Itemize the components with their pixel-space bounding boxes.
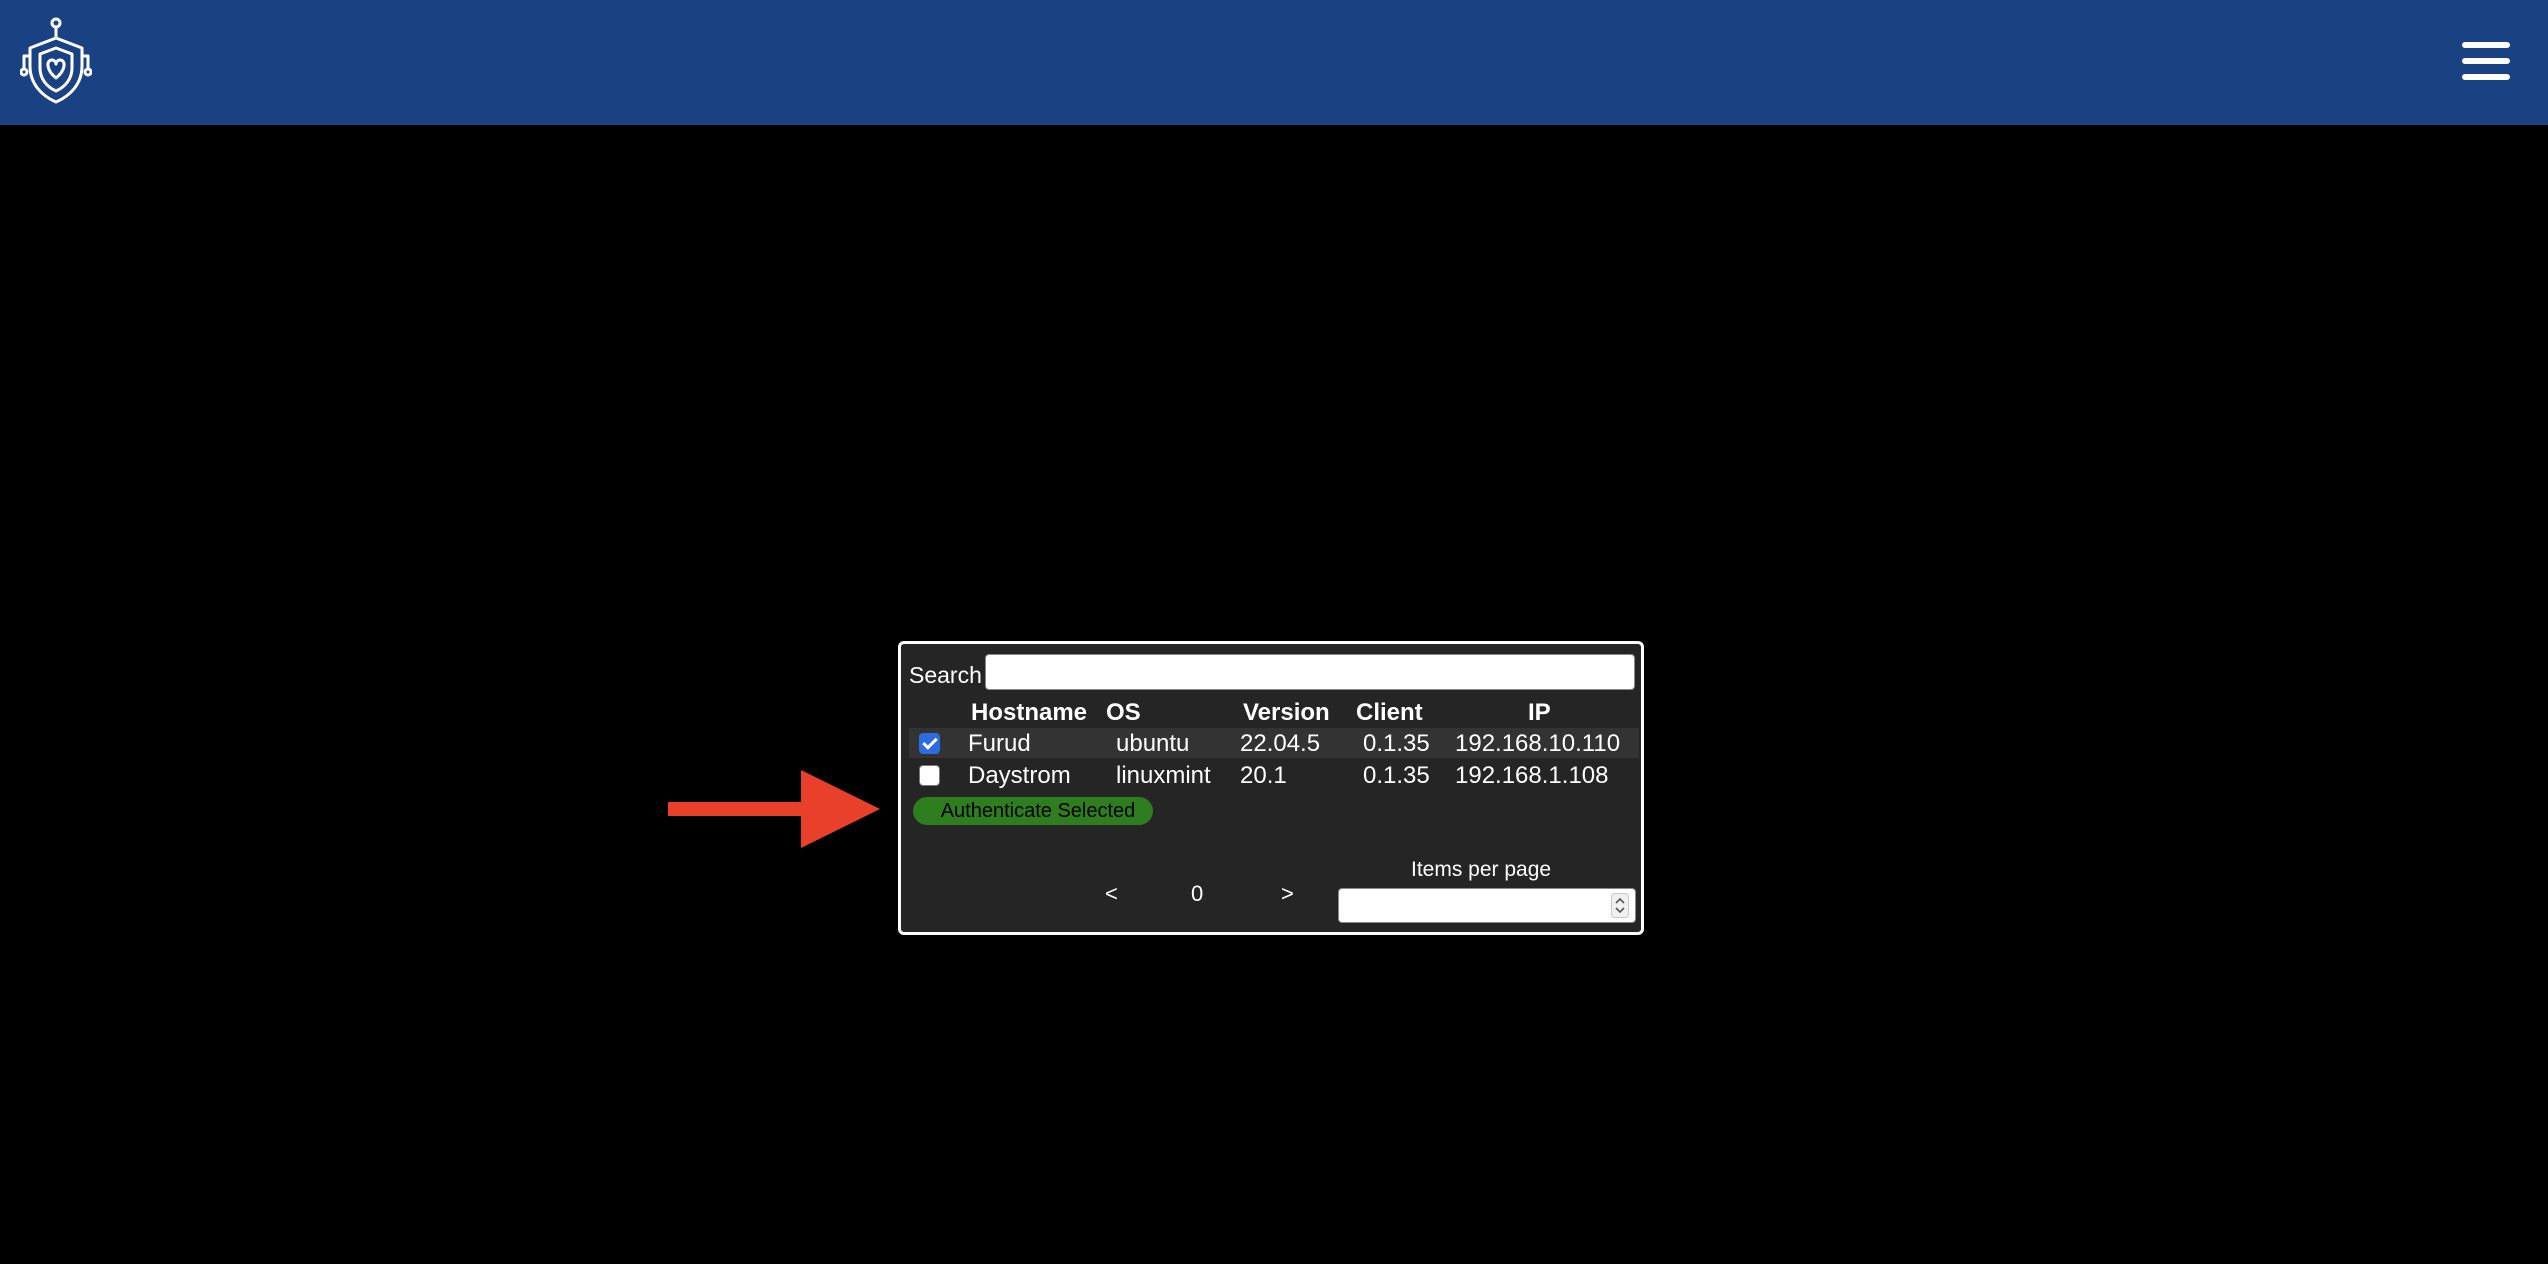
client-cell: 0.1.35 [1363,762,1430,789]
items-per-page-input[interactable] [1338,888,1636,923]
table-row[interactable]: Furud ubuntu 22.04.5 0.1.35 192.168.10.1… [909,728,1639,758]
search-label: Search [909,662,982,688]
os-cell: ubuntu [1116,730,1190,757]
client-cell: 0.1.35 [1363,730,1430,757]
row-select-checkbox[interactable] [919,733,940,754]
page-number: 0 [1191,881,1204,906]
hamburger-menu-icon[interactable] [2458,36,2516,86]
version-cell: 20.1 [1240,762,1287,789]
column-header-version: Version [1243,699,1330,726]
devices-panel: Search Hostname OS Version Client IP Fur… [898,641,1644,935]
version-cell: 22.04.5 [1240,730,1321,757]
row-select-checkbox[interactable] [919,765,940,786]
hostname-cell: Daystrom [968,762,1071,789]
top-bar [0,0,2548,125]
menu-line [2462,42,2510,48]
menu-line [2462,74,2510,80]
authenticate-selected-button[interactable]: Authenticate Selected [913,797,1153,825]
search-input[interactable] [985,654,1635,690]
red-arrow-right-icon [668,770,880,848]
table-row[interactable]: Daystrom linuxmint 20.1 0.1.35 192.168.1… [909,760,1639,790]
ip-cell: 192.168.10.110 [1455,730,1621,757]
next-page-button[interactable]: > [1281,881,1294,907]
previous-page-button[interactable]: < [1105,881,1118,907]
column-header-os: OS [1106,699,1141,726]
column-header-client: Client [1356,699,1423,726]
column-header-ip: IP [1528,699,1551,726]
items-per-page-label: Items per page [1411,858,1552,881]
column-header-hostname: Hostname [971,699,1088,726]
hostname-cell: Furud [968,730,1031,757]
ip-cell: 192.168.1.108 [1455,762,1609,789]
menu-line [2462,58,2510,64]
number-spinner-icon[interactable] [1611,893,1629,918]
os-cell: linuxmint [1116,762,1211,789]
shield-heart-circuit-icon[interactable] [20,16,92,106]
